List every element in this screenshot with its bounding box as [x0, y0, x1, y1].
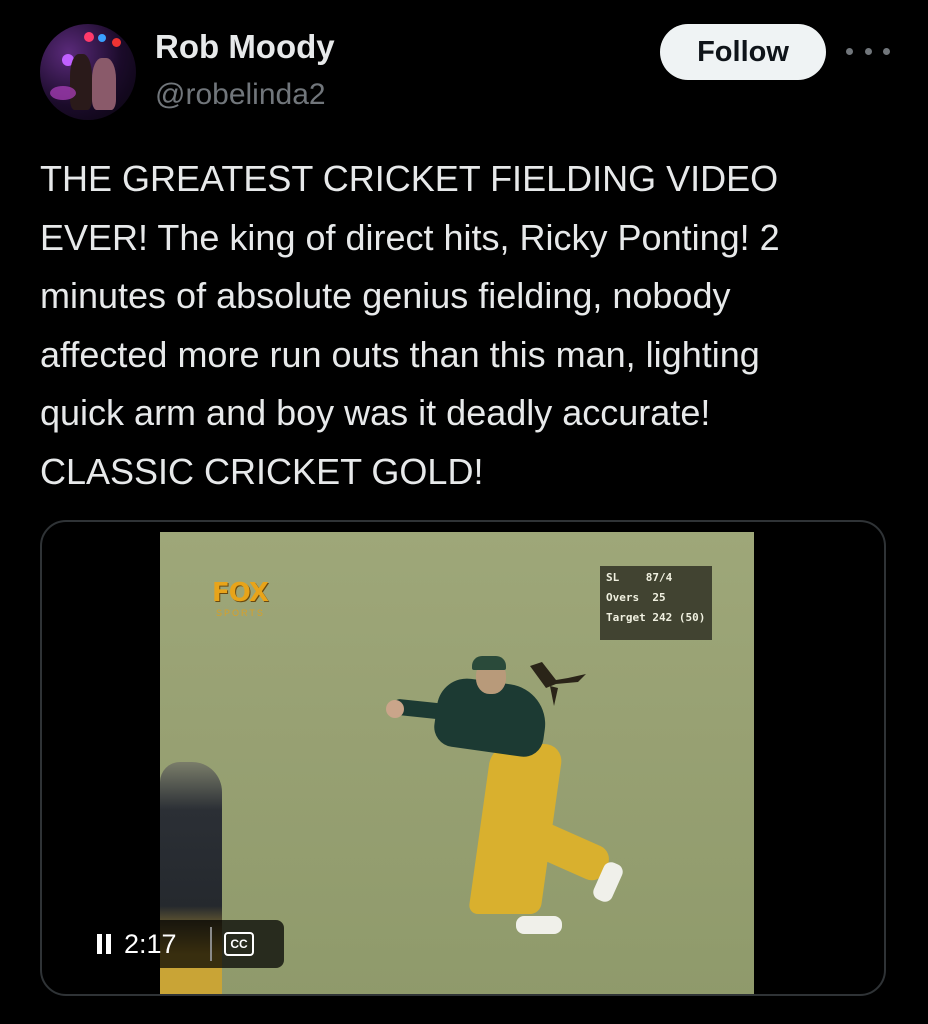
- follow-button[interactable]: Follow: [660, 24, 826, 80]
- more-options-icon[interactable]: [846, 36, 890, 66]
- video-time: 2:17: [124, 928, 177, 959]
- more-dot: [883, 47, 890, 55]
- video-player[interactable]: FOX SPORTS SL 87/4 Overs 25 Target 242 (…: [40, 520, 886, 996]
- scoreboard-overlay: SL 87/4 Overs 25 Target 242 (50): [600, 566, 712, 640]
- more-dot: [864, 47, 872, 55]
- author-avatar[interactable]: [40, 24, 136, 120]
- avatar-performer: [92, 58, 116, 110]
- author-name[interactable]: Rob Moody: [155, 28, 335, 66]
- avatar-stage-light: [84, 32, 94, 42]
- tweet-text: THE GREATEST CRICKET FIELDING VIDEO EVER…: [40, 158, 780, 492]
- more-dot: [846, 47, 853, 55]
- avatar-stage-light: [112, 38, 121, 47]
- target-line: Target 242 (50): [606, 611, 706, 624]
- avatar-stage-light: [50, 86, 76, 100]
- closed-captions-icon[interactable]: CC: [224, 932, 254, 956]
- fielder-hand: [386, 700, 404, 718]
- broadcaster-logo: FOX: [212, 578, 269, 608]
- fielder-cap: [472, 656, 506, 670]
- pause-icon[interactable]: [84, 920, 124, 968]
- score-line: SL 87/4: [606, 571, 673, 584]
- video-controls: 2:17 CC: [82, 920, 284, 968]
- avatar-performer: [70, 54, 92, 110]
- overs-line: Overs 25: [606, 591, 666, 604]
- broadcaster-logo-sub: SPORTS: [216, 608, 265, 618]
- fielder-shoe: [516, 916, 562, 934]
- controls-divider: [210, 927, 212, 961]
- avatar-stage-light: [98, 34, 106, 42]
- author-handle[interactable]: @robelinda2: [155, 78, 326, 112]
